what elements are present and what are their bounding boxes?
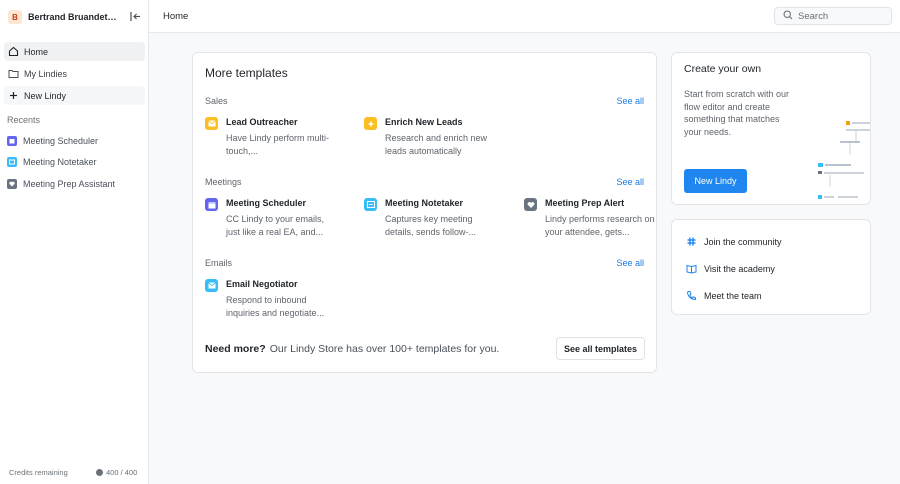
mail-icon bbox=[205, 279, 218, 292]
recent-item-meeting-notetaker[interactable]: Meeting Notetaker bbox=[7, 154, 97, 170]
section-label-emails: Emails bbox=[205, 258, 233, 268]
search-input[interactable] bbox=[798, 10, 888, 22]
home-icon bbox=[8, 46, 19, 57]
template-desc: CC Lindy to your emails, just like a rea… bbox=[226, 214, 325, 237]
recent-item-meeting-scheduler[interactable]: Meeting Scheduler bbox=[7, 133, 98, 149]
template-desc: Respond to inbound inquiries and negotia… bbox=[226, 295, 325, 318]
see-all-emails-link[interactable]: See all bbox=[616, 258, 644, 268]
search-icon bbox=[783, 9, 793, 23]
recents-title: Recents bbox=[7, 115, 41, 125]
visit-academy-link[interactable]: Visit the academy bbox=[686, 263, 775, 274]
template-desc: Have Lindy perform multi-touch,... bbox=[226, 133, 330, 156]
need-more-bold: Need more? bbox=[205, 343, 266, 355]
template-name: Meeting Scheduler bbox=[226, 198, 307, 208]
recent-item-label: Meeting Scheduler bbox=[23, 136, 99, 146]
template-desc: Lindy performs research on your attendee… bbox=[545, 214, 655, 237]
calendar-icon bbox=[7, 136, 17, 146]
template-name: Email Negotiator bbox=[226, 279, 298, 289]
nav-my-lindies[interactable]: My Lindies bbox=[4, 64, 145, 83]
links-card: Join the community Visit the academy Mee… bbox=[671, 219, 871, 315]
flow-editor-illustration bbox=[818, 121, 870, 199]
heart-icon bbox=[524, 198, 537, 211]
book-icon bbox=[686, 263, 697, 274]
workspace-name: Bertrand Bruandet's... bbox=[28, 12, 118, 22]
workspace-switcher[interactable]: B Bertrand Bruandet's... bbox=[8, 9, 142, 25]
collapse-sidebar-icon[interactable] bbox=[129, 10, 142, 23]
credits-icon bbox=[96, 469, 103, 476]
create-your-own-card: Create your own Start from scratch with … bbox=[671, 52, 871, 205]
join-community-link[interactable]: Join the community bbox=[686, 236, 782, 247]
credits-value: 400 / 400 bbox=[96, 468, 137, 477]
notes-icon bbox=[364, 198, 377, 211]
mail-icon bbox=[205, 117, 218, 130]
template-desc: Research and enrich new leads automatica… bbox=[385, 133, 488, 156]
see-all-sales-link[interactable]: See all bbox=[616, 96, 644, 106]
notes-icon bbox=[7, 157, 17, 167]
sidebar: B Bertrand Bruandet's... Home My Lindies… bbox=[0, 0, 149, 484]
credits-value-text: 400 / 400 bbox=[106, 468, 138, 477]
page-title: Home bbox=[163, 11, 189, 22]
folder-icon bbox=[8, 68, 19, 79]
sparkle-icon bbox=[364, 117, 377, 130]
meet-team-link[interactable]: Meet the team bbox=[686, 290, 762, 301]
heart-icon bbox=[7, 179, 17, 189]
slack-icon bbox=[686, 236, 697, 247]
template-name: Meeting Notetaker bbox=[385, 198, 464, 208]
credits-label: Credits remaining bbox=[9, 468, 68, 477]
template-name: Lead Outreacher bbox=[226, 117, 298, 127]
see-all-meetings-link[interactable]: See all bbox=[616, 177, 644, 187]
templates-card: More templates Sales See all Lead Outrea… bbox=[192, 52, 657, 373]
nav-new-lindy-label: New Lindy bbox=[24, 90, 67, 101]
recent-item-meeting-prep-assistant[interactable]: Meeting Prep Assistant bbox=[7, 176, 115, 192]
search-box[interactable] bbox=[774, 7, 892, 25]
calendar-icon bbox=[205, 198, 218, 211]
nav-home[interactable]: Home bbox=[4, 42, 145, 61]
nav-my-lindies-label: My Lindies bbox=[24, 68, 68, 79]
template-desc: Captures key meeting details, sends foll… bbox=[385, 214, 477, 237]
create-description: Start from scratch with our flow editor … bbox=[684, 89, 790, 137]
plus-icon bbox=[8, 90, 19, 101]
workspace-avatar: B bbox=[8, 10, 22, 24]
template-name: Enrich New Leads bbox=[385, 117, 463, 127]
topbar: Home bbox=[149, 0, 900, 33]
templates-title: More templates bbox=[205, 66, 288, 80]
link-label: Meet the team bbox=[704, 290, 762, 301]
recent-item-label: Meeting Notetaker bbox=[23, 157, 97, 167]
new-lindy-button[interactable]: New Lindy bbox=[684, 169, 747, 193]
see-all-templates-button[interactable]: See all templates bbox=[556, 337, 645, 360]
nav-new-lindy[interactable]: New Lindy bbox=[4, 86, 145, 105]
section-label-sales: Sales bbox=[205, 96, 228, 106]
nav-home-label: Home bbox=[24, 46, 49, 57]
section-label-meetings: Meetings bbox=[205, 177, 242, 187]
need-more-description: Our Lindy Store has over 100+ templates … bbox=[269, 343, 500, 355]
template-name: Meeting Prep Alert bbox=[545, 198, 625, 208]
need-more-text: Need more? Our Lindy Store has over 100+ … bbox=[205, 343, 499, 355]
recent-item-label: Meeting Prep Assistant bbox=[23, 179, 116, 189]
link-label: Visit the academy bbox=[704, 263, 775, 274]
link-label: Join the community bbox=[704, 236, 782, 247]
phone-icon bbox=[686, 290, 697, 301]
create-title: Create your own bbox=[684, 63, 762, 75]
